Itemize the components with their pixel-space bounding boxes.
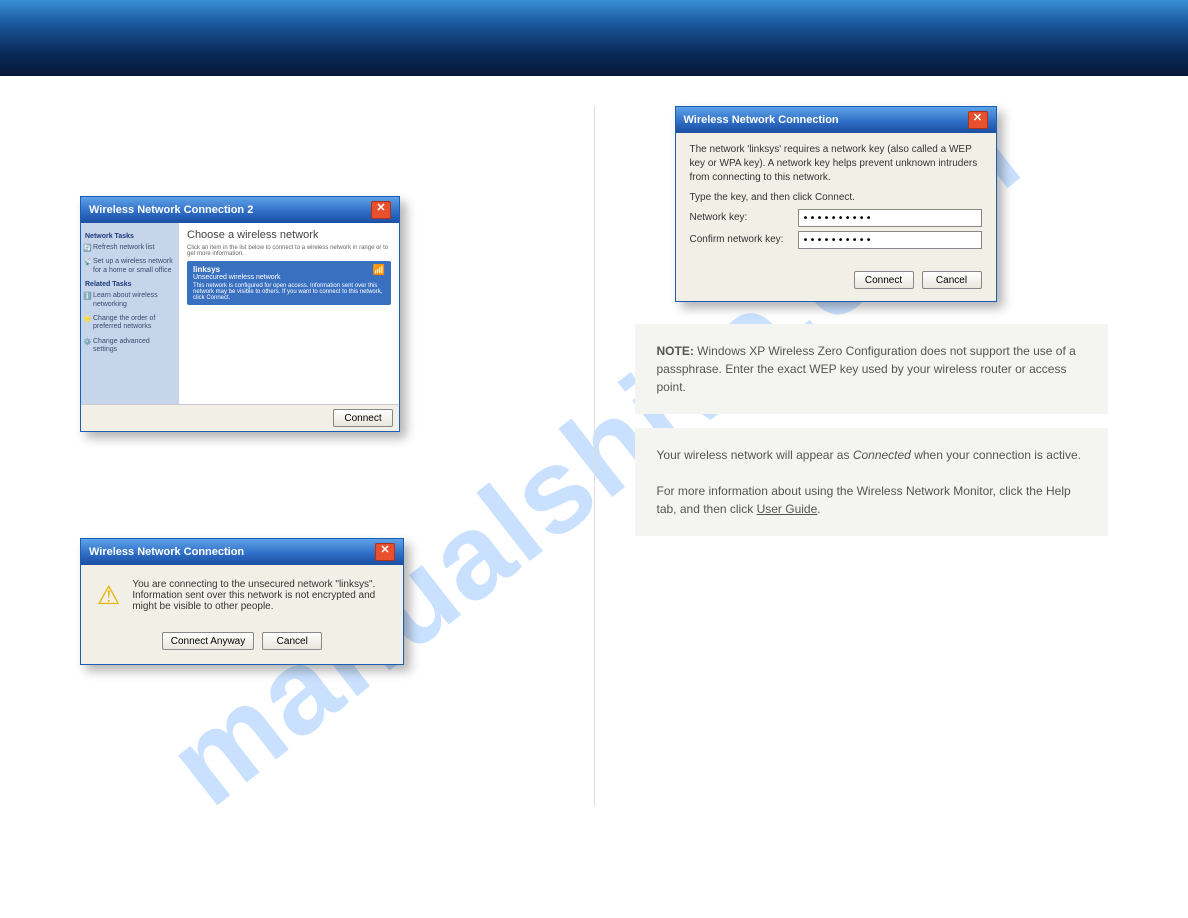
gear-icon: ⚙️ bbox=[83, 339, 92, 347]
close-icon[interactable]: ✕ bbox=[375, 543, 395, 561]
note-bold: NOTE: bbox=[657, 344, 694, 358]
close-icon[interactable]: ✕ bbox=[968, 111, 988, 129]
key-title: Wireless Network Connection bbox=[684, 114, 839, 126]
chooser-sidebar: Network Tasks 🔄Refresh network list 📡Set… bbox=[81, 223, 179, 404]
right-column: Wireless Network Connection ✕ The networ… bbox=[635, 106, 1109, 806]
warning-icon: ⚠ bbox=[97, 580, 120, 611]
warning-title: Wireless Network Connection bbox=[89, 546, 244, 558]
close-icon[interactable]: ✕ bbox=[371, 201, 391, 219]
network-key-dialog: Wireless Network Connection ✕ The networ… bbox=[675, 106, 997, 302]
setup-link[interactable]: 📡Set up a wireless network for a home or… bbox=[93, 258, 175, 275]
warning-message: You are connecting to the unsecured netw… bbox=[132, 579, 387, 612]
connect-button[interactable]: Connect bbox=[333, 409, 393, 427]
note-box-1: NOTE: Windows XP Wireless Zero Configura… bbox=[635, 324, 1109, 414]
refresh-link[interactable]: 🔄Refresh network list bbox=[93, 244, 175, 252]
chooser-sub: Click an item in the list below to conne… bbox=[187, 245, 391, 257]
order-link[interactable]: ⭐Change the order of preferred networks bbox=[93, 315, 175, 332]
note-text: Windows XP Wireless Zero Configuration d… bbox=[657, 344, 1076, 394]
chooser-heading: Choose a wireless network bbox=[187, 229, 391, 241]
key-description: The network 'linksys' requires a network… bbox=[690, 143, 982, 185]
advanced-link[interactable]: ⚙️Change advanced settings bbox=[93, 338, 175, 355]
refresh-icon: 🔄 bbox=[83, 245, 92, 253]
network-item[interactable]: linksys 📶 Unsecured wireless network Thi… bbox=[187, 261, 391, 305]
cancel-button[interactable]: Cancel bbox=[922, 271, 982, 289]
chooser-titlebar: Wireless Network Connection 2 ✕ bbox=[81, 197, 399, 223]
confirm-key-label: Confirm network key: bbox=[690, 233, 790, 247]
key-titlebar: Wireless Network Connection ✕ bbox=[676, 107, 996, 133]
page-content: Wireless Network Connection 2 ✕ Network … bbox=[0, 76, 1188, 836]
network-name: linksys bbox=[193, 265, 385, 274]
left-column: Wireless Network Connection 2 ✕ Network … bbox=[80, 106, 554, 806]
confirm-key-input[interactable] bbox=[798, 231, 982, 249]
network-desc: This network is configured for open acce… bbox=[193, 283, 385, 301]
chooser-title: Wireless Network Connection 2 bbox=[89, 204, 253, 216]
star-icon: ⭐ bbox=[83, 316, 92, 324]
learn-link[interactable]: ℹ️Learn about wireless networking bbox=[93, 292, 175, 309]
column-divider bbox=[594, 106, 595, 806]
connect-anyway-button[interactable]: Connect Anyway bbox=[162, 632, 255, 650]
note-box-2: Your wireless network will appear as Con… bbox=[635, 428, 1109, 536]
user-guide-link[interactable]: User Guide bbox=[757, 502, 818, 516]
signal-icon: 📶 bbox=[373, 265, 385, 276]
choose-network-dialog: Wireless Network Connection 2 ✕ Network … bbox=[80, 196, 400, 432]
sidebar-heading-related: Related Tasks bbox=[85, 281, 175, 288]
info-icon: ℹ️ bbox=[83, 293, 92, 301]
header-banner bbox=[0, 0, 1188, 76]
warning-titlebar: Wireless Network Connection ✕ bbox=[81, 539, 403, 565]
antenna-icon: 📡 bbox=[83, 259, 92, 267]
network-status: Unsecured wireless network bbox=[193, 274, 385, 281]
chooser-footer: Connect bbox=[81, 404, 399, 431]
warning-dialog: Wireless Network Connection ✕ ⚠ You are … bbox=[80, 538, 404, 665]
connect-button[interactable]: Connect bbox=[854, 271, 914, 289]
key-instruction: Type the key, and then click Connect. bbox=[690, 191, 982, 205]
network-key-input[interactable] bbox=[798, 209, 982, 227]
network-key-label: Network key: bbox=[690, 211, 790, 225]
cancel-button[interactable]: Cancel bbox=[262, 632, 322, 650]
sidebar-heading-network: Network Tasks bbox=[85, 233, 175, 240]
chooser-main: Choose a wireless network Click an item … bbox=[179, 223, 399, 404]
